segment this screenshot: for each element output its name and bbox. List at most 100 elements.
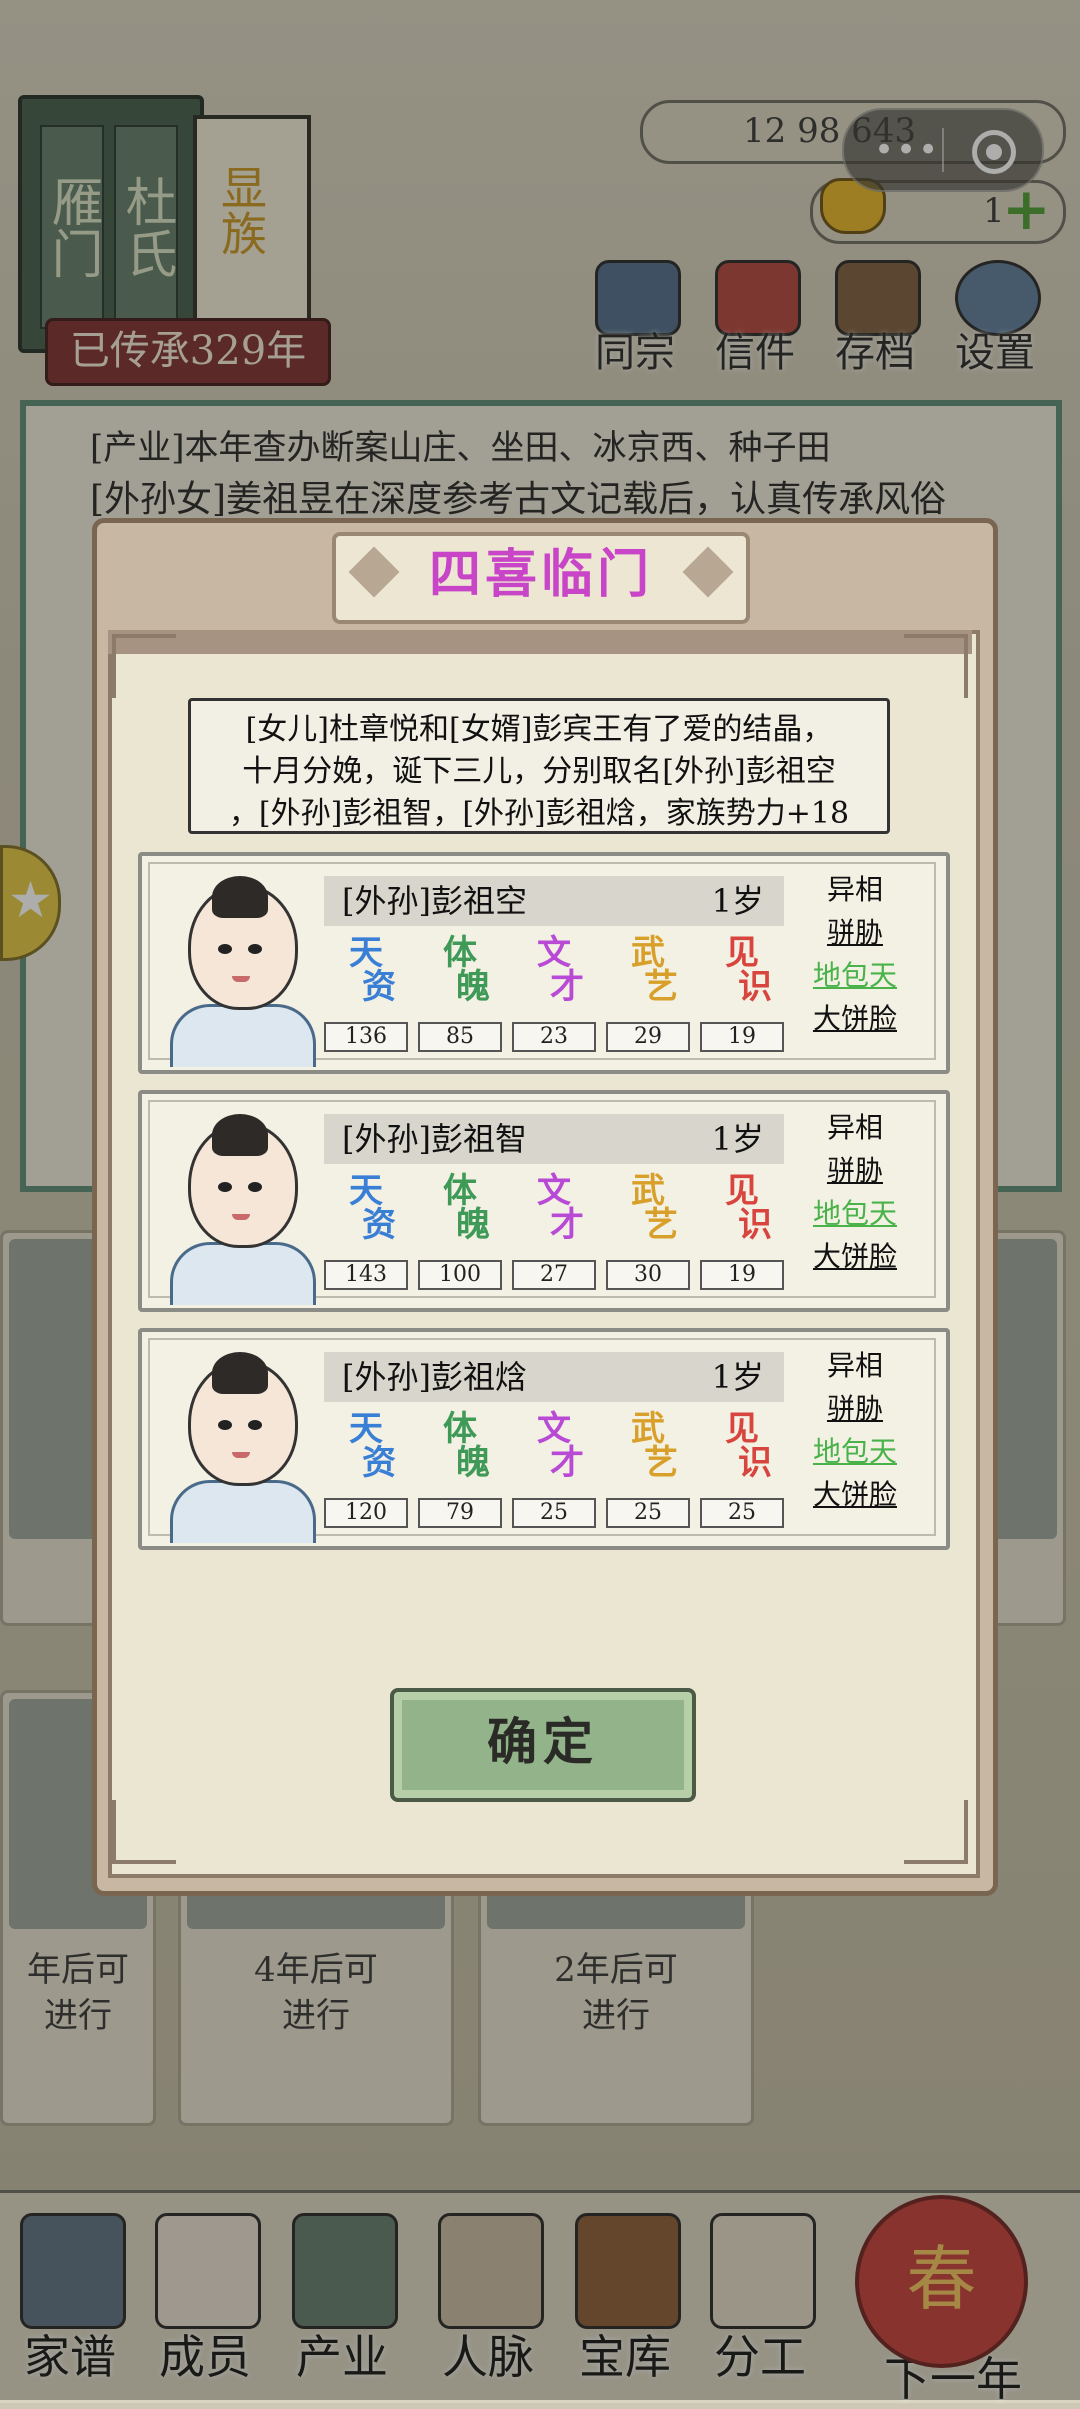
stat-label: 艺 xyxy=(644,1205,678,1245)
corner-ornament xyxy=(904,1800,968,1864)
traits-header: 异相 xyxy=(826,1349,883,1382)
stat-physique: 体魄 100 xyxy=(418,1174,502,1290)
child-avatar xyxy=(170,1114,316,1305)
message-line-1: [女儿]杜章悦和[女婿]彭宾王有了爱的结晶， xyxy=(245,712,833,747)
stat-label: 识 xyxy=(738,967,772,1007)
stat-label: 见 xyxy=(725,1171,759,1211)
stat-value: 30 xyxy=(606,1260,690,1290)
stat-label: 武 xyxy=(631,933,665,973)
stat-label: 艺 xyxy=(644,1443,678,1483)
name-bar: [外孙]彭祖空 1岁 xyxy=(324,876,784,926)
stat-literary: 文才 23 xyxy=(512,936,596,1052)
stat-label: 体 xyxy=(443,933,477,973)
stat-label: 才 xyxy=(550,967,584,1007)
stat-value: 143 xyxy=(324,1260,408,1290)
name-bar: [外孙]彭祖智 1岁 xyxy=(324,1114,784,1164)
stat-label: 识 xyxy=(738,1205,772,1245)
stat-literary: 文才 25 xyxy=(512,1412,596,1528)
corner-ornament xyxy=(112,634,176,698)
stat-value: 85 xyxy=(418,1022,502,1052)
stat-label: 文 xyxy=(537,933,571,973)
stat-talent: 天资 143 xyxy=(324,1174,408,1290)
traits-header: 异相 xyxy=(826,873,883,906)
stat-value: 79 xyxy=(418,1498,502,1528)
stat-value: 23 xyxy=(512,1022,596,1052)
stat-label: 天 xyxy=(349,1409,383,1449)
confirm-button[interactable]: 确定 xyxy=(390,1688,696,1802)
stat-label: 体 xyxy=(443,1171,477,1211)
child-age: 1岁 xyxy=(711,1358,764,1396)
stat-label: 艺 xyxy=(644,967,678,1007)
traits-list: 异相 骈胁 地包天 大饼脸 xyxy=(800,1344,910,1516)
message-line-3: ，[外孙]彭祖智，[外孙]彭祖焓，家族势力+18 xyxy=(228,796,850,831)
trait-item[interactable]: 地包天 xyxy=(800,954,910,997)
child-avatar xyxy=(170,1352,316,1543)
trait-item[interactable]: 骈胁 xyxy=(800,1387,910,1430)
stat-label: 才 xyxy=(550,1443,584,1483)
child-name: [外孙]彭祖智 xyxy=(342,1120,527,1158)
stat-label: 武 xyxy=(631,1171,665,1211)
stat-value: 19 xyxy=(700,1022,784,1052)
stat-knowledge: 见识 19 xyxy=(700,1174,784,1290)
child-name: [外孙]彭祖焓 xyxy=(342,1358,527,1396)
stat-value: 25 xyxy=(512,1498,596,1528)
child-name: [外孙]彭祖空 xyxy=(342,882,527,920)
stat-martial: 武艺 25 xyxy=(606,1412,690,1528)
stat-label: 体 xyxy=(443,1409,477,1449)
stat-value: 19 xyxy=(700,1260,784,1290)
message-line-2: 十月分娩，诞下三儿，分别取名[外孙]彭祖空 xyxy=(242,754,836,789)
stat-label: 见 xyxy=(725,1409,759,1449)
trait-item[interactable]: 大饼脸 xyxy=(800,997,910,1040)
stat-talent: 天资 120 xyxy=(324,1412,408,1528)
stat-literary: 文才 27 xyxy=(512,1174,596,1290)
child-card[interactable]: [外孙]彭祖焓 1岁 天资 120 体魄 79 文才 25 武艺 25 见识 25 异相 骈… xyxy=(138,1328,950,1550)
stat-martial: 武艺 30 xyxy=(606,1174,690,1290)
stat-label: 资 xyxy=(362,967,396,1007)
stat-physique: 体魄 85 xyxy=(418,936,502,1052)
child-card[interactable]: [外孙]彭祖空 1岁 天资 136 体魄 85 文才 23 武艺 29 见识 19 异相 骈… xyxy=(138,852,950,1074)
stat-label: 资 xyxy=(362,1205,396,1245)
trait-item[interactable]: 大饼脸 xyxy=(800,1235,910,1278)
stat-value: 29 xyxy=(606,1022,690,1052)
stat-knowledge: 见识 25 xyxy=(700,1412,784,1528)
dialog-band xyxy=(108,630,972,654)
stat-label: 天 xyxy=(349,933,383,973)
trait-item[interactable]: 地包天 xyxy=(800,1192,910,1235)
stat-physique: 体魄 79 xyxy=(418,1412,502,1528)
stat-label: 识 xyxy=(738,1443,772,1483)
trait-item[interactable]: 地包天 xyxy=(800,1430,910,1473)
stat-value: 100 xyxy=(418,1260,502,1290)
corner-ornament xyxy=(112,1800,176,1864)
stat-label: 魄 xyxy=(456,1443,490,1483)
stat-label: 魄 xyxy=(456,967,490,1007)
stat-label: 天 xyxy=(349,1171,383,1211)
child-avatar xyxy=(170,876,316,1067)
child-card[interactable]: [外孙]彭祖智 1岁 天资 143 体魄 100 文才 27 武艺 30 见识 19 异相 … xyxy=(138,1090,950,1312)
stat-value: 27 xyxy=(512,1260,596,1290)
trait-item[interactable]: 骈胁 xyxy=(800,911,910,954)
stat-knowledge: 见识 19 xyxy=(700,936,784,1052)
child-age: 1岁 xyxy=(711,1120,764,1158)
stat-value: 136 xyxy=(324,1022,408,1052)
dialog-title: 四喜临门 xyxy=(428,544,653,605)
traits-list: 异相 骈胁 地包天 大饼脸 xyxy=(800,868,910,1040)
stat-value: 25 xyxy=(606,1498,690,1528)
stat-label: 文 xyxy=(537,1409,571,1449)
stat-martial: 武艺 29 xyxy=(606,936,690,1052)
name-bar: [外孙]彭祖焓 1岁 xyxy=(324,1352,784,1402)
stat-label: 资 xyxy=(362,1443,396,1483)
corner-ornament xyxy=(904,634,968,698)
stat-label: 武 xyxy=(631,1409,665,1449)
stat-label: 文 xyxy=(537,1171,571,1211)
stat-talent: 天资 136 xyxy=(324,936,408,1052)
stat-value: 120 xyxy=(324,1498,408,1528)
traits-list: 异相 骈胁 地包天 大饼脸 xyxy=(800,1106,910,1278)
trait-item[interactable]: 骈胁 xyxy=(800,1149,910,1192)
stat-label: 魄 xyxy=(456,1205,490,1245)
traits-header: 异相 xyxy=(826,1111,883,1144)
stat-label: 才 xyxy=(550,1205,584,1245)
birth-message: [女儿]杜章悦和[女婿]彭宾王有了爱的结晶， 十月分娩，诞下三儿，分别取名[外孙… xyxy=(188,698,890,834)
stat-value: 25 xyxy=(700,1498,784,1528)
trait-item[interactable]: 大饼脸 xyxy=(800,1473,910,1516)
child-age: 1岁 xyxy=(711,882,764,920)
